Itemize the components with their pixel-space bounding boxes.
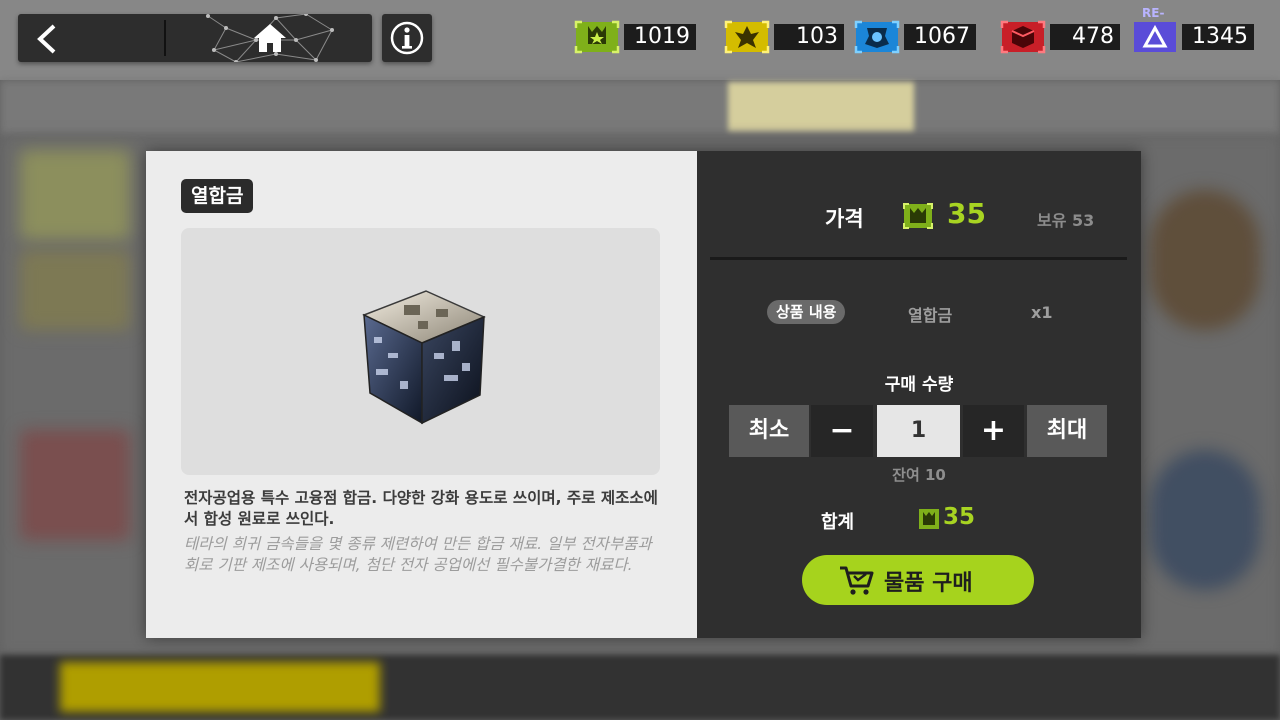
item-flavor-text: 테라의 희귀 금속들을 몇 종류 제련하여 만든 합금 재료. 일부 전자부품과…	[184, 535, 652, 574]
chevron-left-icon	[37, 24, 56, 54]
red-currency-value: 478	[1050, 24, 1120, 50]
quantity-input[interactable]: 1	[877, 405, 960, 457]
min-quantity-button[interactable]: 최소	[729, 405, 809, 457]
alloy-cube-icon	[362, 290, 486, 425]
item-title: 열합금	[181, 179, 254, 213]
item-image-frame	[181, 228, 660, 475]
price-value: 35	[947, 197, 986, 230]
back-button[interactable]	[18, 14, 164, 62]
owned-count: 보유 53	[1037, 211, 1095, 230]
buy-button[interactable]: 물품 구매	[802, 555, 1034, 605]
yellow-currency-value: 103	[774, 24, 844, 50]
home-icon	[254, 24, 286, 52]
info-icon	[390, 21, 424, 55]
quantity-label: 구매 수량	[884, 375, 954, 395]
purple-currency-value: 1345	[1182, 24, 1254, 50]
green-currency-value: 1019	[624, 24, 696, 50]
increase-quantity-button[interactable]: +	[963, 405, 1024, 457]
purple-currency-tag: RE-	[1142, 6, 1165, 20]
total-label: 합계	[821, 512, 855, 533]
blue-currency-value: 1067	[904, 24, 976, 50]
info-button[interactable]	[382, 14, 432, 62]
cart-icon	[840, 566, 874, 595]
content-item-qty: x1	[1031, 303, 1053, 322]
remaining-stock: 잔여 10	[892, 466, 946, 484]
nav-divider	[164, 20, 166, 56]
item-description: 전자공업용 특수 고융점 합금. 다양한 강화 용도로 쓰이며, 주로 제조소에…	[184, 489, 658, 528]
purple-currency-icon	[1134, 22, 1176, 52]
top-nav-group	[18, 14, 372, 62]
green-currency-icon	[903, 203, 933, 229]
green-currency-icon	[919, 509, 939, 529]
blue-currency-icon	[854, 20, 900, 54]
purchase-dialog: 열합금 전자공업용 특수 고융점 합금. 다양한 강화 용도로 쓰이며, 주로 …	[146, 151, 1141, 638]
red-currency-icon	[1000, 20, 1046, 54]
yellow-currency-icon	[724, 20, 770, 54]
home-button[interactable]	[168, 14, 372, 62]
total-value: 35	[943, 504, 976, 530]
content-item-name: 열합금	[908, 306, 953, 325]
item-info-panel: 열합금 전자공업용 특수 고융점 합금. 다양한 강화 용도로 쓰이며, 주로 …	[146, 151, 697, 638]
content-badge: 상품 내용	[767, 300, 846, 324]
decrease-quantity-button[interactable]: −	[811, 405, 873, 457]
purchase-panel: 가격 35 보유 53 상품 내용 열합금 x1 구매 수량 최소 − 1 + …	[697, 151, 1141, 638]
green-currency-icon	[574, 20, 620, 54]
price-label: 가격	[825, 207, 864, 231]
buy-button-label: 물품 구매	[884, 571, 973, 596]
divider	[710, 257, 1127, 260]
max-quantity-button[interactable]: 최대	[1027, 405, 1107, 457]
